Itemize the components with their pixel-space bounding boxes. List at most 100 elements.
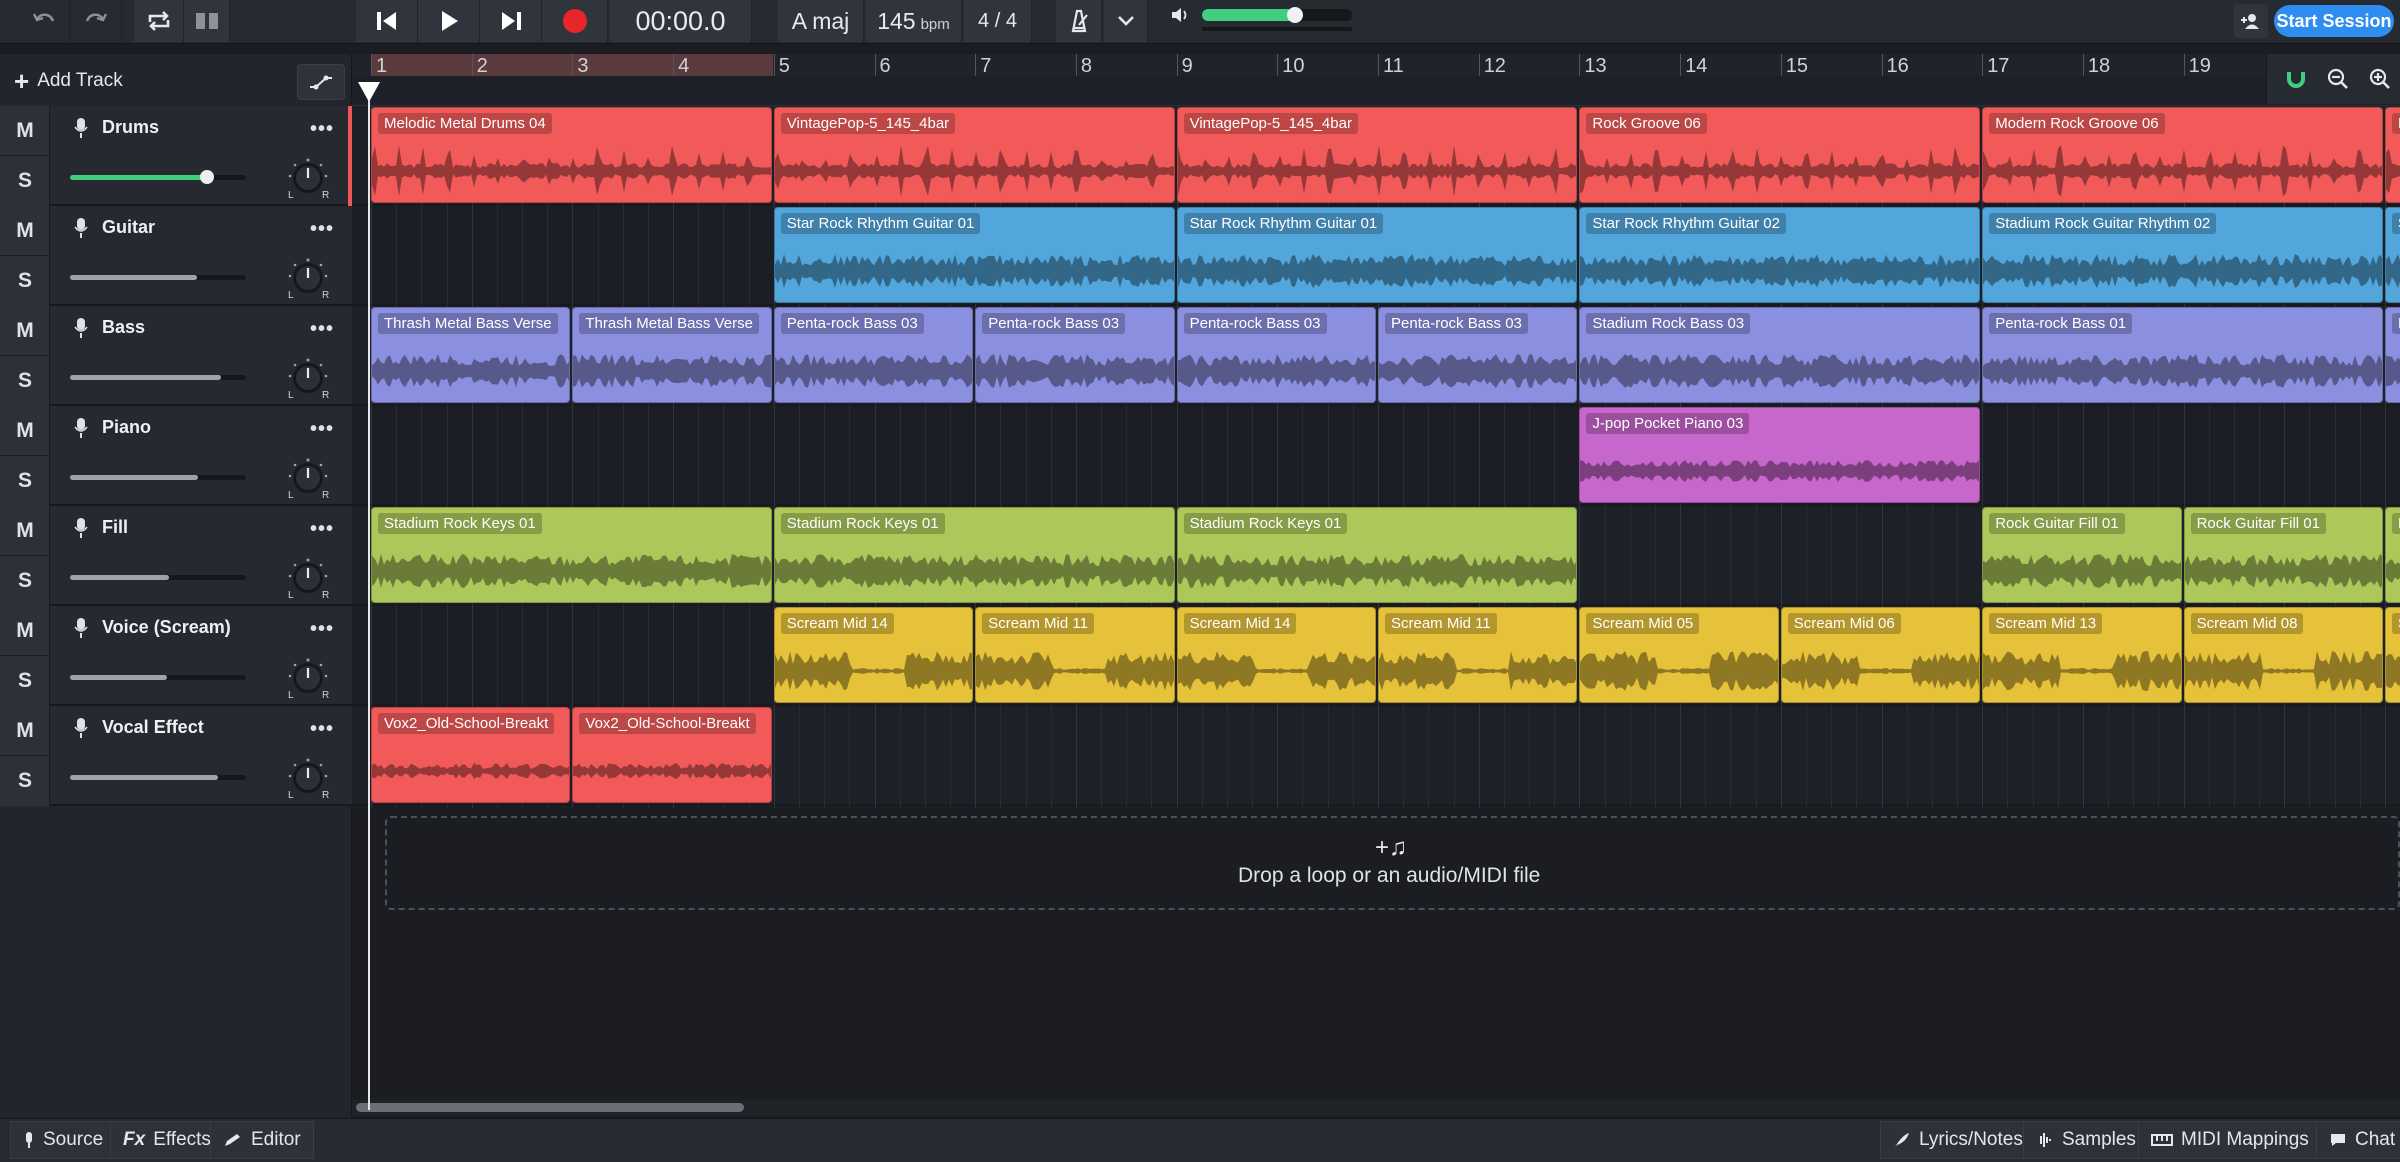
track-volume-slider[interactable] [70, 475, 246, 480]
pan-knob[interactable]: L R [285, 256, 331, 302]
audio-clip[interactable]: Scream Mid 11 [975, 607, 1175, 703]
undo-button[interactable] [18, 0, 70, 42]
track-header[interactable]: M S Bass ••• L R [0, 306, 352, 406]
solo-button[interactable]: S [0, 756, 50, 806]
mic-icon[interactable] [74, 217, 88, 239]
audio-clip[interactable]: Thrash Metal Bass Verse [572, 307, 772, 403]
pan-knob[interactable]: L R [285, 456, 331, 502]
effects-button[interactable]: Fx Effects [110, 1121, 224, 1159]
lyrics-notes-button[interactable]: Lyrics/Notes [1880, 1121, 2036, 1159]
audio-clip[interactable]: Scream Mid 06 [1780, 607, 1981, 703]
solo-button[interactable]: S [0, 556, 50, 606]
track-volume-slider[interactable] [70, 575, 246, 580]
audio-clip[interactable]: Vox2_Old-School-Breakt [371, 707, 571, 803]
audio-clip[interactable]: Scream Mid 05 [1579, 607, 1779, 703]
mute-button[interactable]: M [0, 406, 50, 456]
track-name[interactable]: Piano [102, 417, 151, 438]
solo-button[interactable]: S [0, 356, 50, 406]
audio-clip[interactable]: Scream Mid 08 [2183, 607, 2383, 703]
audio-clip[interactable]: R [2385, 507, 2400, 603]
audio-clip[interactable]: P [2385, 307, 2400, 403]
skip-to-end-button[interactable] [480, 0, 542, 42]
audio-clip[interactable]: Vox2_Old-School-Breakt [572, 707, 772, 803]
pan-knob[interactable]: L R [285, 656, 331, 702]
source-button[interactable]: Source [10, 1121, 117, 1159]
drop-zone[interactable] [385, 816, 2400, 910]
audio-clip[interactable]: Rock Guitar Fill 01 [1982, 507, 2182, 603]
track-header[interactable]: M S Vocal Effect ••• L R [0, 706, 352, 806]
track-volume-slider[interactable] [70, 675, 246, 680]
audio-clip[interactable]: J-pop Pocket Piano 03 [1579, 407, 1981, 503]
solo-button[interactable]: S [0, 456, 50, 506]
invite-user-button[interactable] [2234, 4, 2268, 38]
track-volume-slider[interactable] [70, 275, 246, 280]
more-options-icon[interactable]: ••• [310, 118, 334, 141]
more-options-icon[interactable]: ••• [310, 418, 334, 441]
audio-clip[interactable]: Penta-rock Bass 01 [1982, 307, 2383, 403]
audio-clip[interactable]: S [2385, 207, 2400, 303]
chat-button[interactable]: Chat [2316, 1121, 2400, 1159]
audio-clip[interactable]: Melodic Metal Drums 04 [371, 107, 772, 203]
time-signature-field[interactable]: 4 / 4 [964, 0, 1032, 42]
more-options-icon[interactable]: ••• [310, 618, 334, 641]
audio-clip[interactable]: Star Rock Rhythm Guitar 02 [1579, 207, 1981, 303]
audio-clip[interactable]: Stadium Rock Keys 01 [773, 507, 1175, 603]
track-volume-thumb[interactable] [200, 170, 215, 184]
more-options-icon[interactable]: ••• [310, 718, 334, 741]
key-selector[interactable]: A maj [778, 0, 864, 42]
editor-button[interactable]: Editor [210, 1121, 314, 1159]
skip-to-start-button[interactable] [356, 0, 418, 42]
split-view-button[interactable] [184, 0, 230, 42]
solo-button[interactable]: S [0, 256, 50, 306]
master-volume-slider[interactable] [1202, 7, 1352, 23]
audio-clip[interactable]: Rock Guitar Fill 01 [2183, 507, 2383, 603]
audio-clip[interactable]: Rock Groove 06 [1579, 107, 1981, 203]
redo-button[interactable] [70, 0, 122, 42]
pan-knob[interactable]: L R [285, 156, 331, 202]
mute-button[interactable]: M [0, 706, 50, 756]
audio-clip[interactable]: Scream Mid 11 [1378, 607, 1578, 703]
arrangement-lanes[interactable]: Melodic Metal Drums 04 VintagePop-5_145_… [352, 106, 2400, 1110]
audio-clip[interactable]: Scream Mid 14 [1176, 607, 1376, 703]
horizontal-scrollbar[interactable] [352, 1100, 2400, 1116]
audio-clip[interactable]: Penta-rock Bass 03 [1378, 307, 1578, 403]
mic-icon[interactable] [74, 417, 88, 439]
more-options-icon[interactable]: ••• [310, 318, 334, 341]
audio-clip[interactable]: Thrash Metal Bass Verse [371, 307, 571, 403]
track-name[interactable]: Bass [102, 317, 145, 338]
zoom-out-button[interactable] [2319, 61, 2357, 97]
track-name[interactable]: Fill [102, 517, 128, 538]
mic-icon[interactable] [74, 717, 88, 739]
track-header[interactable]: M S Voice (Scream) ••• L R [0, 606, 352, 706]
more-options-icon[interactable]: ••• [310, 218, 334, 241]
snap-toggle-button[interactable] [2277, 61, 2315, 97]
automation-button[interactable] [297, 64, 345, 100]
track-name[interactable]: Drums [102, 117, 159, 138]
track-header[interactable]: M S Guitar ••• L R [0, 206, 352, 306]
audio-clip[interactable]: VintagePop-5_145_4bar [1176, 107, 1578, 203]
midi-mappings-button[interactable]: MIDI Mappings [2138, 1121, 2322, 1159]
audio-clip[interactable]: Stadium Rock Bass 03 [1579, 307, 1981, 403]
zoom-in-button[interactable] [2361, 61, 2399, 97]
play-button[interactable] [418, 0, 480, 42]
pan-knob[interactable]: L R [285, 556, 331, 602]
track-lane[interactable] [352, 406, 2400, 506]
track-header[interactable]: M S Piano ••• L R [0, 406, 352, 506]
samples-button[interactable]: Samples [2023, 1121, 2149, 1159]
solo-button[interactable]: S [0, 156, 50, 206]
audio-clip[interactable]: M [2385, 107, 2400, 203]
track-name[interactable]: Vocal Effect [102, 717, 204, 738]
audio-clip[interactable]: Penta-rock Bass 03 [975, 307, 1175, 403]
mute-button[interactable]: M [0, 106, 50, 156]
audio-clip[interactable]: Star Rock Rhythm Guitar 01 [1176, 207, 1578, 303]
metronome-options-button[interactable] [1104, 0, 1148, 42]
more-options-icon[interactable]: ••• [310, 518, 334, 541]
audio-clip[interactable]: Penta-rock Bass 03 [1176, 307, 1376, 403]
audio-clip[interactable]: Stadium Rock Guitar Rhythm 02 [1982, 207, 2383, 303]
track-header[interactable]: M S Drums ••• L R [0, 106, 352, 206]
track-header[interactable]: M S Fill ••• L R [0, 506, 352, 606]
add-track-button[interactable]: + Add Track [14, 68, 123, 94]
mute-button[interactable]: M [0, 306, 50, 356]
mute-button[interactable]: M [0, 506, 50, 556]
pan-knob[interactable]: L R [285, 756, 331, 802]
